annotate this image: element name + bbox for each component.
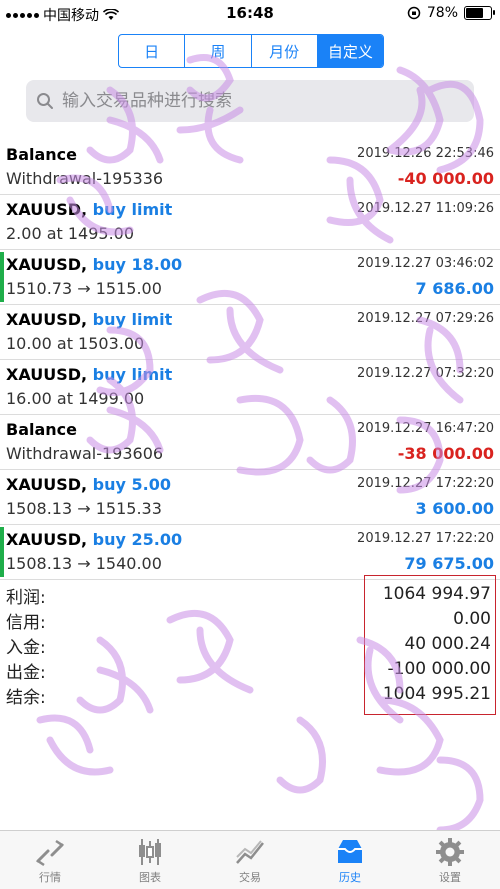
tab-quotes-label: 行情 — [39, 871, 61, 884]
row-amount: 7 686.00 — [415, 279, 494, 298]
history-row[interactable]: XAUUSD, buy limit 2.00 at 1495.00 2019.12.… — [0, 195, 500, 250]
deposit-value: 40 000.24 — [404, 634, 491, 654]
row-detail: Withdrawal-195336 — [6, 169, 164, 188]
history-row[interactable]: XAUUSD, buy 5.00 1508.13 → 1515.33 2019.12… — [0, 470, 500, 525]
row-title: Balance — [6, 145, 77, 164]
row-detail: 2.00 at 1495.00 — [6, 224, 135, 243]
row-symbol: XAUUSD, — [6, 200, 88, 219]
row-time: 2019.12.26 22:53:46 — [357, 146, 494, 161]
row-amount: -40 000.00 — [397, 169, 494, 188]
row-title: XAUUSD, buy limit — [6, 310, 172, 329]
row-operation: buy limit — [92, 365, 173, 384]
tab-history[interactable]: 历史 — [300, 831, 400, 889]
segment-custom[interactable]: 自定义 — [317, 35, 383, 67]
row-time: 2019.12.27 17:22:20 — [357, 476, 494, 491]
search-input[interactable] — [60, 90, 454, 112]
tab-chart-label: 图表 — [139, 871, 161, 884]
summary-labels: 利润: 信用: 入金: 出金: 结余: — [6, 583, 46, 708]
row-amount: 3 600.00 — [415, 499, 494, 518]
segment-month[interactable]: 月份 — [252, 35, 318, 67]
row-detail: 10.00 at 1503.00 — [6, 334, 145, 353]
row-detail: Withdrawal-193606 — [6, 444, 164, 463]
history-row[interactable]: Balance Withdrawal-195336 2019.12.26 22:5… — [0, 140, 500, 195]
row-operation: buy 25.00 — [92, 530, 183, 549]
row-title: XAUUSD, buy limit — [6, 200, 172, 219]
row-time: 2019.12.27 11:09:26 — [357, 201, 494, 216]
orientation-lock-icon — [407, 6, 421, 20]
row-symbol: XAUUSD, — [6, 365, 88, 384]
tab-history-label: 历史 — [339, 871, 361, 884]
row-amount: 79 675.00 — [404, 554, 494, 573]
row-time: 2019.12.27 07:32:20 — [357, 366, 494, 381]
deposit-label: 入金: — [6, 638, 46, 658]
row-time: 2019.12.27 03:46:02 — [357, 256, 494, 271]
row-title: XAUUSD, buy 18.00 — [6, 255, 182, 274]
period-segmented-control: 日 周 月份 自定义 — [118, 34, 384, 68]
row-detail: 1510.73 → 1515.00 — [6, 279, 162, 298]
status-right: 78% — [407, 5, 495, 21]
status-bar: 中国移动 16:48 78% — [0, 0, 500, 28]
history-row[interactable]: XAUUSD, buy limit 16.00 at 1499.00 2019.12… — [0, 360, 500, 415]
tab-trade-label: 交易 — [239, 871, 261, 884]
segment-day[interactable]: 日 — [119, 35, 186, 67]
row-time: 2019.12.27 16:47:20 — [357, 421, 494, 436]
row-symbol: XAUUSD, — [6, 475, 88, 494]
tab-chart[interactable]: 图表 — [100, 831, 200, 889]
history-list: Balance Withdrawal-195336 2019.12.26 22:5… — [0, 140, 500, 580]
row-amount: -38 000.00 — [397, 444, 494, 463]
credit-value: 0.00 — [453, 609, 491, 629]
withdrawal-label: 出金: — [6, 663, 46, 683]
row-symbol: Balance — [6, 145, 77, 164]
battery-fill — [466, 8, 483, 18]
row-operation: buy limit — [92, 310, 173, 329]
search-bar — [26, 80, 474, 122]
row-time: 2019.12.27 17:22:20 — [357, 531, 494, 546]
summary-values-box: 1064 994.97 0.00 40 000.24 -100 000.00 1… — [364, 575, 496, 715]
battery-percent: 78% — [426, 5, 458, 21]
search-icon — [37, 93, 53, 109]
row-symbol: Balance — [6, 420, 77, 439]
row-title: XAUUSD, buy 25.00 — [6, 530, 182, 549]
trade-icon — [236, 840, 264, 864]
bottom-tab-bar: 行情 图表 交易 历史 设置 — [0, 830, 500, 889]
quotes-icon — [36, 839, 64, 867]
withdrawal-value: -100 000.00 — [387, 659, 491, 679]
tab-settings[interactable]: 设置 — [400, 831, 500, 889]
profit-label: 利润: — [6, 588, 46, 608]
row-detail: 1508.13 → 1540.00 — [6, 554, 162, 573]
history-row[interactable]: XAUUSD, buy limit 10.00 at 1503.00 2019.12… — [0, 305, 500, 360]
settings-icon — [436, 838, 464, 866]
row-title: XAUUSD, buy 5.00 — [6, 475, 171, 494]
battery-icon — [464, 6, 495, 20]
tab-quotes[interactable]: 行情 — [0, 831, 100, 889]
history-icon — [338, 840, 362, 863]
profit-value: 1064 994.97 — [382, 584, 491, 604]
row-title: Balance — [6, 420, 77, 439]
history-row[interactable]: Balance Withdrawal-193606 2019.12.27 16:4… — [0, 415, 500, 470]
balance-value: 1004 995.21 — [382, 684, 491, 704]
account-summary: 利润: 信用: 入金: 出金: 结余: 1064 994.97 0.00 40 … — [0, 575, 500, 715]
history-row[interactable]: XAUUSD, buy 18.00 1510.73 → 1515.00 2019.1… — [0, 250, 500, 305]
chart-icon — [139, 839, 161, 865]
tab-trade[interactable]: 交易 — [200, 831, 300, 889]
row-symbol: XAUUSD, — [6, 255, 88, 274]
row-operation: buy 18.00 — [92, 255, 183, 274]
row-detail: 16.00 at 1499.00 — [6, 389, 145, 408]
tab-settings-label: 设置 — [439, 871, 461, 884]
row-symbol: XAUUSD, — [6, 310, 88, 329]
row-time: 2019.12.27 07:29:26 — [357, 311, 494, 326]
segment-week[interactable]: 周 — [185, 35, 252, 67]
row-symbol: XAUUSD, — [6, 530, 88, 549]
row-operation: buy 5.00 — [92, 475, 171, 494]
row-detail: 1508.13 → 1515.33 — [6, 499, 162, 518]
balance-label: 结余: — [6, 688, 46, 708]
row-title: XAUUSD, buy limit — [6, 365, 172, 384]
history-row[interactable]: XAUUSD, buy 25.00 1508.13 → 1540.00 2019.1… — [0, 525, 500, 580]
credit-label: 信用: — [6, 613, 46, 633]
row-operation: buy limit — [92, 200, 173, 219]
